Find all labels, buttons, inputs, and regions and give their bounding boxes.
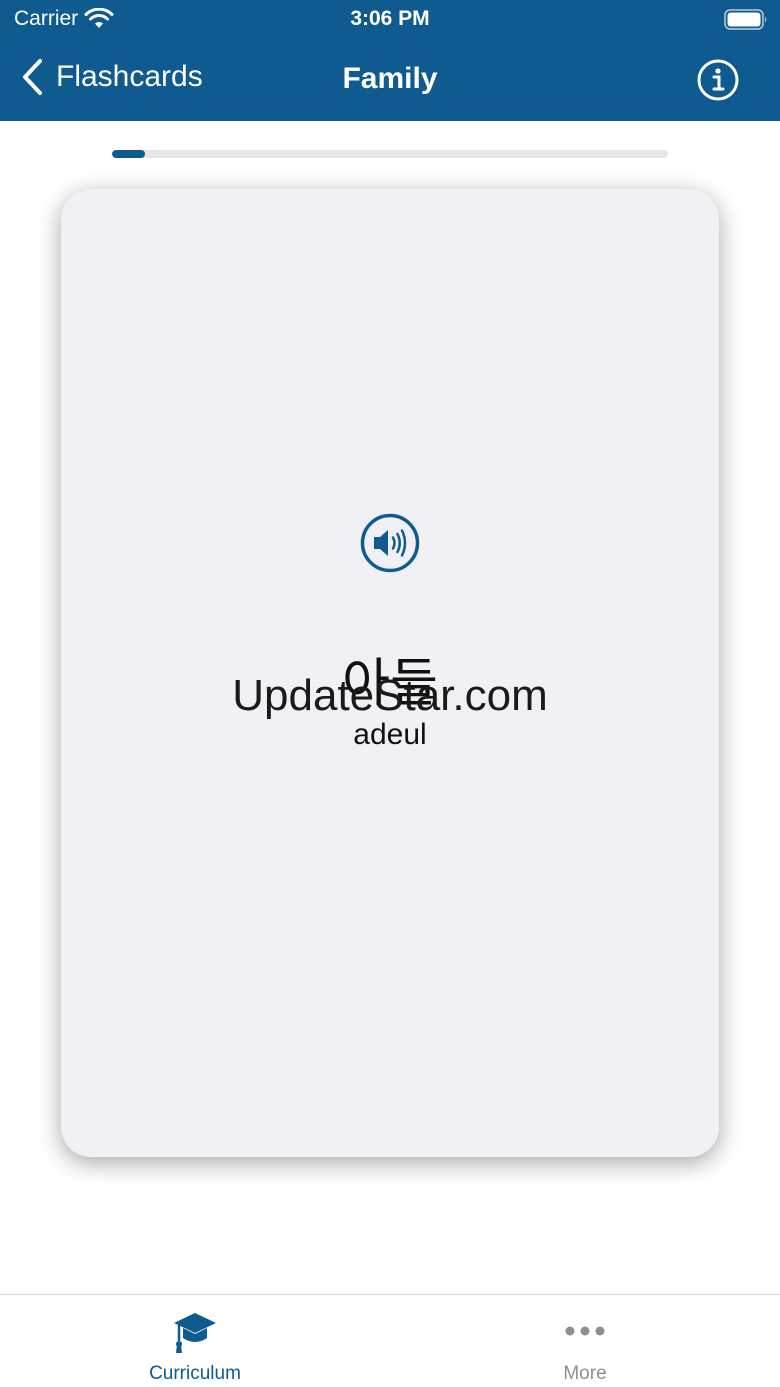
battery-icon <box>724 9 767 30</box>
back-button[interactable]: Flashcards <box>20 58 203 96</box>
carrier-indicator: Carrier <box>14 7 114 31</box>
navigation-bar: Flashcards Family <box>0 40 780 121</box>
back-button-label: Flashcards <box>56 60 203 93</box>
carrier-label: Carrier <box>14 7 79 30</box>
flashcard-romanization: adeul <box>353 718 427 751</box>
tab-bar: Curriculum More <box>0 1294 780 1387</box>
flashcard[interactable]: 아들 UpdateStar.com adeul <box>61 189 719 1157</box>
graduation-cap-icon <box>174 1313 216 1353</box>
flashcard-word: 아들 <box>342 654 438 714</box>
status-time: 3:06 PM <box>350 7 430 30</box>
speaker-icon[interactable] <box>360 513 420 573</box>
status-bar: Carrier 3:06 PM <box>0 0 780 40</box>
app-header: Carrier 3:06 PM Flashcards Family <box>0 0 780 121</box>
more-dots-icon <box>565 1326 605 1336</box>
progress-bar-fill <box>112 150 146 158</box>
tab-more-label: More <box>563 1363 607 1384</box>
wifi-icon <box>84 8 114 28</box>
progress-bar <box>112 150 668 158</box>
tab-more[interactable]: More <box>390 1295 780 1387</box>
tab-curriculum-label: Curriculum <box>149 1363 241 1384</box>
chevron-left-icon <box>23 59 42 95</box>
info-icon[interactable] <box>696 58 740 102</box>
tab-curriculum[interactable]: Curriculum <box>0 1295 390 1387</box>
